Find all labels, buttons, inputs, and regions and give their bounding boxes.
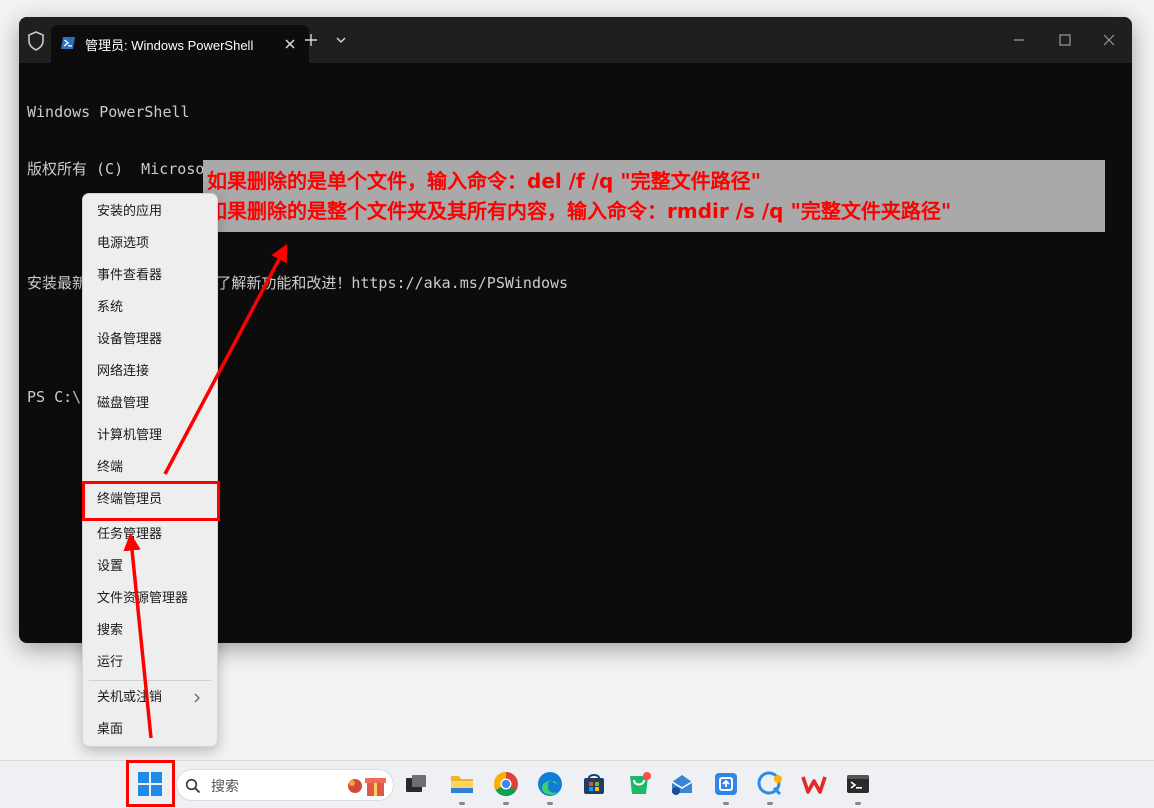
instruction-annotation: 如果删除的是单个文件，输入命令：del /f /q "完整文件路径" 如果删除的… — [203, 160, 1105, 232]
menu-separator — [89, 518, 211, 519]
search-placeholder: 搜索 — [211, 779, 239, 795]
title-bar: 管理员: Windows PowerShell — [19, 17, 1132, 63]
menu-item-terminal[interactable]: 终端 — [83, 453, 217, 483]
annotation-line-file: 如果删除的是单个文件，输入命令：del /f /q "完整文件路径" — [207, 169, 762, 193]
menu-item-file-explorer[interactable]: 文件资源管理器 — [83, 584, 217, 614]
chat-app-icon[interactable] — [756, 770, 784, 798]
tab-powershell[interactable]: 管理员: Windows PowerShell — [51, 25, 309, 63]
tab-title: 管理员: Windows PowerShell — [85, 38, 254, 53]
menu-item-terminal-admin[interactable]: 终端管理员 — [83, 485, 217, 515]
running-indicator — [723, 802, 729, 805]
annotation-line-folder: 如果删除的是整个文件夹及其所有内容，输入命令：rmdir /s /q "完整文件… — [207, 199, 952, 223]
green-app-icon[interactable] — [625, 770, 653, 798]
menu-item-device-manager[interactable]: 设备管理器 — [83, 325, 217, 355]
running-indicator — [767, 802, 773, 805]
new-tab-icon[interactable] — [303, 32, 319, 48]
chevron-down-icon[interactable] — [335, 35, 347, 45]
running-indicator — [547, 802, 553, 805]
menu-item-settings[interactable]: 设置 — [83, 552, 217, 582]
task-view-icon[interactable] — [402, 770, 430, 798]
terminal-line: Windows PowerShell — [27, 103, 190, 121]
menu-item-task-manager[interactable]: 任务管理器 — [83, 520, 217, 550]
edge-icon[interactable] — [536, 770, 564, 798]
running-indicator — [459, 802, 465, 805]
running-indicator — [503, 802, 509, 805]
running-indicator — [855, 802, 861, 805]
minimize-icon[interactable] — [1009, 30, 1029, 50]
maximize-icon[interactable] — [1055, 30, 1075, 50]
taskbar-search[interactable]: 搜索 — [176, 769, 394, 801]
chevron-right-icon — [194, 693, 200, 703]
shield-icon — [28, 31, 44, 51]
gift-decoration-icon — [348, 778, 386, 796]
menu-item-label: 关机或注销 — [97, 690, 163, 705]
menu-item-event-viewer[interactable]: 事件查看器 — [83, 261, 217, 291]
powershell-icon — [61, 37, 75, 49]
file-explorer-icon[interactable] — [448, 770, 476, 798]
search-icon — [185, 778, 201, 794]
terminal-icon[interactable] — [844, 770, 872, 798]
menu-item-installed-apps[interactable]: 安装的应用 — [83, 197, 217, 227]
menu-item-network-connections[interactable]: 网络连接 — [83, 357, 217, 387]
start-context-menu: 安装的应用 电源选项 事件查看器 系统 设备管理器 网络连接 磁盘管理 计算机管… — [82, 193, 218, 747]
close-icon[interactable] — [1099, 30, 1119, 50]
microsoft-store-icon[interactable] — [580, 770, 608, 798]
menu-item-power-options[interactable]: 电源选项 — [83, 229, 217, 259]
menu-item-shutdown-signout[interactable]: 关机或注销 — [83, 683, 217, 713]
menu-item-desktop[interactable]: 桌面 — [83, 715, 217, 745]
menu-item-search[interactable]: 搜索 — [83, 616, 217, 646]
menu-separator — [89, 680, 211, 681]
chrome-icon[interactable] — [492, 770, 520, 798]
taskbar: 搜索 — [0, 760, 1154, 808]
wps-icon[interactable] — [800, 770, 828, 798]
menu-item-disk-management[interactable]: 磁盘管理 — [83, 389, 217, 419]
start-button-highlight — [126, 760, 175, 807]
menu-item-computer-management[interactable]: 计算机管理 — [83, 421, 217, 451]
menu-item-system[interactable]: 系统 — [83, 293, 217, 323]
mail-app-icon[interactable] — [668, 770, 696, 798]
tab-close-icon[interactable] — [281, 35, 299, 53]
menu-item-run[interactable]: 运行 — [83, 648, 217, 678]
tencent-app-icon[interactable] — [712, 770, 740, 798]
